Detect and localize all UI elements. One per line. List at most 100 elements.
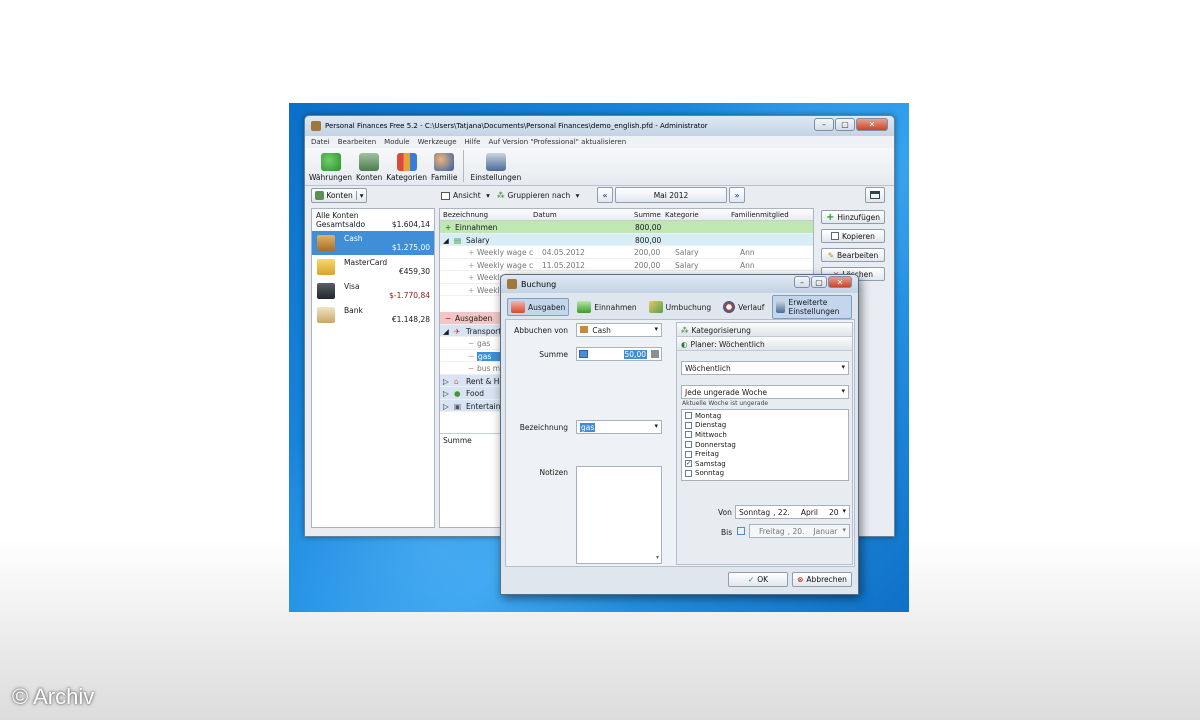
scroll-down-icon[interactable]: ▾ bbox=[656, 554, 659, 561]
credit-card-icon bbox=[317, 283, 335, 299]
weekday-freitag[interactable]: Freitag bbox=[685, 449, 845, 459]
abbuchen-select[interactable]: Cash ▾ bbox=[576, 323, 662, 337]
salary-group-row[interactable]: ◢ ▤ Salary 800,00 bbox=[440, 233, 813, 246]
menu-bearbeiten[interactable]: Bearbeiten bbox=[338, 138, 376, 146]
checkbox-icon[interactable] bbox=[685, 469, 692, 477]
toolbar-separator bbox=[463, 150, 465, 182]
summe-input[interactable]: 50,00 bbox=[576, 347, 662, 361]
von-date-picker[interactable]: Sonntag , 22. April 20 ▾ bbox=[735, 505, 850, 519]
pencil-icon: ✎ bbox=[827, 250, 835, 260]
notizen-textarea[interactable]: ▾ bbox=[576, 466, 662, 564]
checkbox-icon[interactable] bbox=[685, 441, 692, 449]
weekday-donnerstag[interactable]: Donnerstag bbox=[685, 440, 845, 450]
toolbar-konten-button[interactable]: Konten bbox=[356, 153, 382, 182]
col-bezeichnung[interactable]: Bezeichnung bbox=[443, 211, 488, 219]
collapse-triangle-icon: ◢ bbox=[443, 235, 449, 245]
menu-module[interactable]: Module bbox=[384, 138, 409, 146]
minimize-button[interactable]: – bbox=[794, 276, 810, 288]
income-group-row[interactable]: + Einnahmen 800,00 bbox=[440, 221, 813, 234]
konten-dropdown-button[interactable]: Konten ▾ bbox=[311, 188, 367, 203]
menu-datei[interactable]: Datei bbox=[311, 138, 330, 146]
table-row[interactable]: + Weekly wage c 04.05.2012 200,00 Salary… bbox=[440, 246, 813, 259]
bis-date-picker[interactable]: Freitag , 20. Januar ▾ bbox=[749, 524, 850, 538]
salary-category-icon: ▤ bbox=[454, 235, 462, 245]
tab-erweiterte-einstellungen[interactable]: Erweiterte Einstellungen bbox=[772, 295, 852, 319]
weekday-samstag[interactable]: ✓ Samstag bbox=[685, 459, 845, 469]
edit-button[interactable]: ✎ Bearbeiten bbox=[821, 248, 885, 262]
dialog-body: Abbuchen von Cash ▾ Summe 50,00 Bezeichn… bbox=[505, 319, 855, 567]
row-category: Salary bbox=[675, 248, 699, 257]
frequency-select[interactable]: Wöchentlich ▾ bbox=[681, 361, 849, 375]
weekday-label: Donnerstag bbox=[695, 440, 736, 449]
maximize-button[interactable]: ▢ bbox=[835, 118, 855, 131]
weekday-mittwoch[interactable]: Mittwoch bbox=[685, 430, 845, 440]
chevron-down-icon: ▾ bbox=[654, 422, 658, 430]
col-summe[interactable]: Summe bbox=[634, 211, 661, 219]
account-item-visa[interactable]: Visa $-1.770,84 bbox=[312, 279, 434, 303]
copy-button[interactable]: Kopieren bbox=[821, 229, 885, 243]
bezeichnung-input[interactable]: gas ▾ bbox=[576, 420, 662, 434]
checkbox-icon[interactable] bbox=[685, 450, 692, 458]
account-item-cash[interactable]: Cash $1.275,00 bbox=[312, 231, 434, 255]
tab-einnahmen[interactable]: Einnahmen bbox=[573, 298, 640, 316]
menu-hilfe[interactable]: Hilfe bbox=[465, 138, 481, 146]
ansicht-button[interactable]: Ansicht ▾ bbox=[441, 191, 490, 200]
toolbar-familie-label: Familie bbox=[431, 173, 458, 182]
copy-button-label: Kopieren bbox=[842, 231, 875, 241]
close-button[interactable]: ✕ bbox=[856, 118, 888, 131]
toolbar-kategorien-label: Kategorien bbox=[386, 173, 428, 182]
bis-day: , 20. bbox=[787, 527, 805, 536]
toolbar-kategorien-button[interactable]: Kategorien bbox=[386, 153, 427, 182]
menu-werkzeuge[interactable]: Werkzeuge bbox=[418, 138, 457, 146]
checkbox-icon[interactable] bbox=[685, 412, 692, 420]
plus-icon: + bbox=[468, 273, 475, 282]
weekday-label: Sonntag bbox=[695, 469, 725, 478]
month-display[interactable]: Mai 2012 bbox=[615, 187, 727, 203]
all-accounts-row[interactable]: Alle Konten Gesamtsaldo $1.604,14 bbox=[312, 209, 434, 231]
toolbar-konten-label: Konten bbox=[356, 173, 383, 182]
gruppieren-button[interactable]: ⁂ Gruppieren nach ▾ bbox=[497, 191, 579, 200]
next-month-button[interactable]: » bbox=[729, 187, 745, 203]
col-familienmitglied[interactable]: Familienmitglied bbox=[731, 211, 789, 219]
account-item-mastercard[interactable]: MasterCard €459,30 bbox=[312, 255, 434, 279]
checkbox-icon[interactable] bbox=[685, 431, 692, 439]
toolbar-waehrungen-button[interactable]: Währungen bbox=[309, 153, 352, 182]
prev-month-button[interactable]: « bbox=[597, 187, 613, 203]
von-weekday: Sonntag bbox=[739, 508, 771, 517]
checkbox-checked-icon[interactable]: ✓ bbox=[685, 460, 692, 468]
close-button[interactable]: ✕ bbox=[828, 276, 852, 288]
ok-button[interactable]: ✓ OK bbox=[728, 572, 788, 587]
add-button[interactable]: + Hinzufügen bbox=[821, 210, 885, 224]
planer-header[interactable]: ◐ Planer: Wöchentlich bbox=[677, 337, 852, 351]
group-label: Food bbox=[466, 389, 484, 398]
table-row[interactable]: + Weekly wage c 11.05.2012 200,00 Salary… bbox=[440, 259, 813, 271]
bis-checkbox[interactable] bbox=[737, 527, 745, 535]
weekday-montag[interactable]: Montag bbox=[685, 411, 845, 421]
maximize-button[interactable]: ▢ bbox=[811, 276, 827, 288]
checkbox-icon[interactable] bbox=[685, 421, 692, 429]
cancel-button[interactable]: ⊗ Abbrechen bbox=[792, 572, 852, 587]
week-rule-select[interactable]: Jede ungerade Woche ▾ bbox=[681, 385, 849, 399]
checkmark-icon: ✓ bbox=[747, 575, 755, 584]
minimize-button[interactable]: – bbox=[814, 118, 834, 131]
account-item-bank[interactable]: Bank €1.148,28 bbox=[312, 303, 434, 327]
minus-icon: − bbox=[468, 364, 475, 373]
weekday-dienstag[interactable]: Dienstag bbox=[685, 421, 845, 431]
konten-button-label: Konten bbox=[326, 191, 353, 200]
col-kategorie[interactable]: Kategorie bbox=[665, 211, 699, 219]
calculator-icon[interactable] bbox=[651, 350, 659, 358]
toolbar-einstellungen-button[interactable]: Einstellungen bbox=[470, 153, 521, 182]
main-titlebar[interactable]: Personal Finances Free 5.2 - C:\Users\Ta… bbox=[305, 116, 894, 136]
chevron-down-icon: ▾ bbox=[841, 363, 845, 371]
tab-verlauf[interactable]: Verlauf bbox=[719, 298, 768, 316]
tab-ausgaben[interactable]: Ausgaben bbox=[507, 298, 570, 316]
toolbar-familie-button[interactable]: Familie bbox=[431, 153, 457, 182]
weekday-sonntag[interactable]: Sonntag bbox=[685, 469, 845, 479]
currency-selector-icon[interactable] bbox=[579, 350, 588, 358]
col-datum[interactable]: Datum bbox=[533, 211, 557, 219]
menu-upgrade[interactable]: Auf Version "Professional" aktualisieren bbox=[488, 138, 626, 146]
layout-toggle-button[interactable] bbox=[865, 187, 885, 203]
week-rule-value: Jede ungerade Woche bbox=[685, 388, 767, 397]
kategorisierung-header[interactable]: ⁂ Kategorisierung bbox=[677, 323, 852, 337]
tab-umbuchung[interactable]: Umbuchung bbox=[645, 298, 715, 316]
